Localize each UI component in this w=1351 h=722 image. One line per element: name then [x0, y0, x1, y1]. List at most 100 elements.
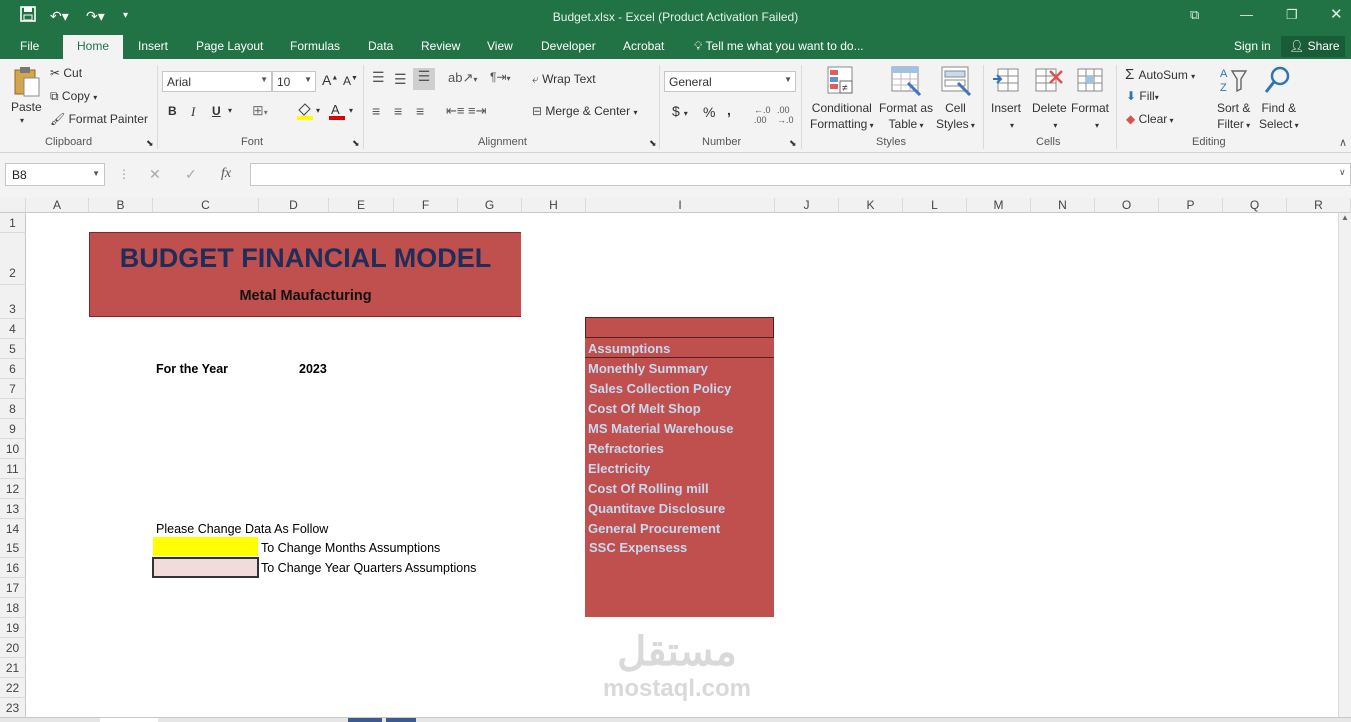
increase-font-icon[interactable]: A▲ — [322, 72, 338, 88]
find-select-icon[interactable] — [1263, 65, 1293, 95]
format-painter-button[interactable]: 🖌︎ Format Painter — [50, 112, 148, 126]
row-header[interactable]: 11 — [0, 459, 26, 479]
align-center-icon[interactable]: ≡ — [394, 103, 402, 119]
ribbon-display-icon[interactable]: ⧉ — [1190, 7, 1199, 23]
expand-formula-icon[interactable]: ∨ — [1339, 167, 1346, 178]
tab-view[interactable]: View — [487, 39, 513, 53]
sort-filter-button[interactable]: Sort & Filter ▾ — [1217, 100, 1250, 134]
column-header[interactable]: H — [522, 198, 586, 213]
scroll-up-icon[interactable]: ▲ — [1341, 213, 1349, 222]
cell-styles-icon[interactable] — [940, 65, 972, 97]
formula-input[interactable] — [250, 163, 1351, 186]
tab-review[interactable]: Review — [421, 39, 460, 53]
tab-insert[interactable]: Insert — [138, 39, 168, 53]
align-middle-icon[interactable]: ☰ — [394, 71, 407, 88]
insert-cells-icon[interactable] — [992, 65, 1022, 95]
row-header[interactable]: 5 — [0, 339, 26, 359]
link-ssc-expensess[interactable]: SSC Expensess — [589, 540, 687, 555]
currency-button[interactable]: $ ▾ — [672, 103, 688, 119]
column-header[interactable]: N — [1031, 198, 1095, 213]
row-header[interactable]: 23 — [0, 698, 26, 718]
column-header[interactable]: O — [1095, 198, 1159, 213]
column-header[interactable]: R — [1287, 198, 1351, 213]
paste-dropdown-icon[interactable]: ▾ — [20, 116, 24, 125]
italic-button[interactable]: I — [191, 104, 195, 120]
format-as-table-button[interactable]: Format as Table ▾ — [879, 100, 933, 134]
sheet-tab-marker[interactable] — [348, 718, 382, 722]
sort-filter-icon[interactable]: AZ — [1219, 65, 1249, 95]
close-icon[interactable]: ✕ — [1330, 5, 1343, 23]
increase-indent-icon[interactable]: ≡⇥ — [468, 103, 486, 119]
link-assumptions[interactable]: Assumptions — [588, 341, 670, 356]
link-monethly-summary[interactable]: Monethly Summary — [588, 361, 708, 376]
link-quantitave-disclosure[interactable]: Quantitave Disclosure — [588, 501, 725, 516]
column-header[interactable]: F — [394, 198, 458, 213]
column-header[interactable]: E — [329, 198, 394, 213]
merge-center-button[interactable]: ⊟ Merge & Center ▾ — [532, 104, 637, 118]
link-general-procurement[interactable]: General Procurement — [588, 521, 720, 536]
column-header[interactable]: Q — [1223, 198, 1287, 213]
fill-button[interactable]: ⬇ Fill▾ — [1126, 89, 1159, 103]
row-header[interactable]: 12 — [0, 479, 26, 499]
comma-button[interactable]: , — [727, 102, 731, 118]
link-cost-of-melt-shop[interactable]: Cost Of Melt Shop — [588, 401, 701, 416]
row-header[interactable]: 22 — [0, 678, 26, 698]
fill-color-icon[interactable] — [295, 101, 315, 124]
bold-button[interactable]: B — [168, 104, 177, 118]
link-ms-material-warehouse[interactable]: MS Material Warehouse — [588, 421, 733, 436]
sheet-tab-strip[interactable] — [100, 718, 158, 722]
row-header[interactable]: 10 — [0, 439, 26, 459]
tab-formulas[interactable]: Formulas — [290, 39, 340, 53]
tell-me-box[interactable]: 💡︎ Tell me what you want to do... — [694, 39, 864, 54]
format-cells-icon[interactable] — [1076, 65, 1106, 95]
orientation-icon[interactable]: ab↗▾ — [448, 70, 477, 86]
alignment-launcher-icon[interactable]: ⬊ — [649, 138, 657, 149]
clipboard-launcher-icon[interactable]: ⬊ — [146, 138, 154, 149]
row-header[interactable]: 1 — [0, 213, 26, 233]
tab-file[interactable]: File — [20, 39, 39, 53]
insert-cells-button[interactable]: Insert ▾ — [991, 100, 1021, 134]
format-as-table-icon[interactable] — [890, 65, 922, 97]
paste-button[interactable]: Paste — [11, 100, 42, 114]
decrease-decimal-icon[interactable]: .00 →.0 — [777, 105, 794, 125]
share-button[interactable]: 👤︎ Share — [1281, 36, 1345, 57]
column-header[interactable]: I — [586, 198, 775, 213]
cut-button[interactable]: ✂ Cut — [50, 66, 82, 80]
tab-page-layout[interactable]: Page Layout — [196, 39, 263, 53]
column-header[interactable]: J — [775, 198, 839, 213]
column-header[interactable]: L — [903, 198, 967, 213]
select-all-corner[interactable] — [0, 198, 26, 213]
column-header[interactable]: G — [458, 198, 522, 213]
format-cells-button[interactable]: Format ▾ — [1071, 100, 1109, 134]
link-sales-collection-policy[interactable]: Sales Collection Policy — [589, 381, 731, 396]
row-header[interactable]: 14 — [0, 519, 26, 539]
clear-button[interactable]: ◆ Clear ▾ — [1126, 112, 1174, 126]
delete-cells-icon[interactable] — [1034, 65, 1064, 95]
tab-developer[interactable]: Developer — [541, 39, 596, 53]
font-name-select[interactable]: Arial ▼ — [162, 71, 272, 92]
copy-button[interactable]: ⧉ Copy ▾ — [50, 89, 97, 104]
sign-in-link[interactable]: Sign in — [1234, 39, 1271, 53]
row-header[interactable]: 18 — [0, 598, 26, 618]
row-header[interactable]: 20 — [0, 638, 26, 658]
column-header[interactable]: A — [26, 198, 89, 213]
row-header[interactable]: 19 — [0, 618, 26, 638]
underline-dropdown-icon[interactable]: ▾ — [228, 106, 232, 115]
conditional-formatting-icon[interactable]: ≠ — [826, 65, 856, 95]
row-header[interactable]: 2 — [0, 233, 26, 285]
align-bottom-icon[interactable]: ☰ — [413, 68, 435, 90]
decrease-font-icon[interactable]: A▼ — [343, 74, 358, 88]
row-header[interactable]: 15 — [0, 538, 26, 558]
percent-button[interactable]: % — [703, 104, 715, 120]
worksheet-grid[interactable]: A B C D E F G H I J K L M N O P Q R 1 2 … — [0, 198, 1351, 722]
restore-icon[interactable]: ❐ — [1286, 7, 1298, 23]
decrease-indent-icon[interactable]: ⇤≡ — [446, 103, 464, 119]
row-header[interactable]: 21 — [0, 658, 26, 678]
font-size-select[interactable]: 10 ▼ — [272, 71, 316, 92]
autosum-button[interactable]: Σ AutoSum ▾ — [1125, 66, 1195, 83]
tab-data[interactable]: Data — [368, 39, 393, 53]
column-header[interactable]: K — [839, 198, 903, 213]
cancel-entry-icon[interactable]: ✕ — [149, 166, 161, 183]
increase-decimal-icon[interactable]: ←.0.00 — [754, 105, 771, 125]
wrap-text-button[interactable]: ⤶ Wrap Text — [532, 72, 596, 87]
